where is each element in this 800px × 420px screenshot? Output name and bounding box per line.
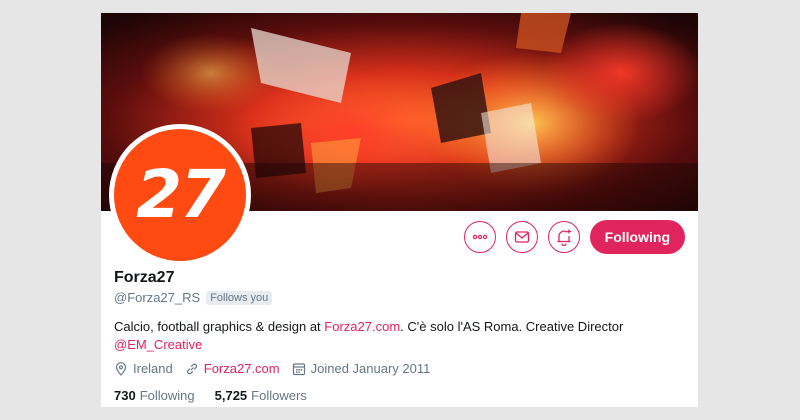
website-link[interactable]: Forza27.com — [204, 361, 280, 376]
profile-bio: Calcio, football graphics & design at Fo… — [114, 318, 684, 354]
following-button[interactable]: Following — [589, 220, 685, 254]
location-item: Ireland — [114, 361, 173, 376]
following-count: 730 — [114, 388, 136, 403]
bio-mention-link[interactable]: @EM_Creative — [114, 337, 202, 352]
envelope-icon — [514, 231, 529, 243]
following-count-link[interactable]: 730 Following — [114, 388, 195, 403]
profile-handle: @Forza27_RS — [114, 290, 201, 305]
followers-count-link[interactable]: 5,725 Followers — [215, 388, 307, 403]
profile-card: 27 Following Forza27 @Forza27_RS Follows… — [101, 13, 698, 407]
bell-plus-icon — [557, 229, 571, 246]
followers-label: Followers — [251, 388, 307, 403]
avatar[interactable]: 27 — [109, 124, 251, 266]
message-button[interactable] — [505, 221, 538, 253]
profile-actions: Following — [463, 220, 685, 254]
following-label: Following — [139, 388, 195, 403]
notifications-button[interactable] — [547, 221, 580, 253]
link-icon — [186, 363, 197, 374]
avatar-image: 27 — [114, 129, 246, 261]
bio-website-link[interactable]: Forza27.com — [324, 319, 400, 334]
bio-text-continued: . C'è solo l'AS Roma. Creative Director — [400, 319, 624, 334]
profile-name: Forza27 — [114, 269, 175, 286]
more-button[interactable] — [463, 221, 496, 253]
joined-item: Joined January 2011 — [292, 361, 431, 376]
calendar-icon — [292, 362, 305, 375]
follows-you-badge: Follows you — [206, 290, 273, 305]
followers-count: 5,725 — [214, 388, 248, 403]
location-pin-icon — [115, 361, 127, 376]
joined-text: Joined January 2011 — [310, 361, 431, 376]
handle-row: @Forza27_RS Follows you — [114, 290, 273, 305]
profile-stats: 730 Following 5,725 Followers — [114, 388, 327, 403]
bio-text: Calcio, football graphics & design at — [114, 319, 325, 334]
avatar-logo-text: 27 — [136, 156, 226, 233]
location-text: Ireland — [133, 361, 173, 376]
website-item: Forza27.com — [185, 361, 280, 376]
profile-meta: Ireland Forza27.com Joined January 2011 — [114, 361, 442, 376]
more-icon — [472, 234, 487, 240]
